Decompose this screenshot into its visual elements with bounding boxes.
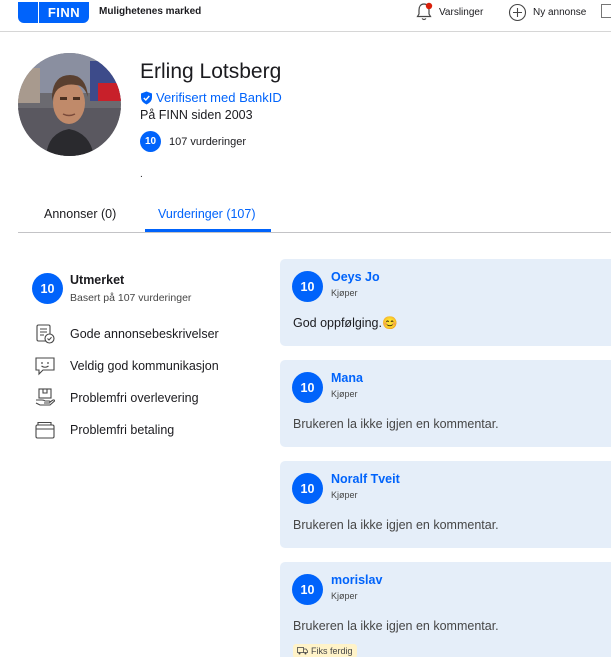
summary-title: Utmerket — [70, 273, 125, 287]
summary-score-badge: 10 — [32, 273, 63, 304]
finn-logo[interactable]: FINN — [18, 2, 89, 23]
avatar — [18, 53, 121, 156]
document-check-icon — [36, 324, 55, 344]
verified-label: Verifisert med BankID — [156, 90, 282, 105]
profile-score-badge: 10 — [140, 131, 161, 152]
truck-icon — [297, 647, 308, 655]
reviewer-role: Kjøper — [331, 591, 358, 601]
feature-label: Gode annonsebeskrivelser — [70, 327, 219, 341]
feature-descriptions: Gode annonsebeskrivelser — [34, 323, 219, 345]
finn-logo-mark — [18, 2, 38, 23]
reviewer-role: Kjøper — [331, 490, 358, 500]
tab-reviews[interactable]: Vurderinger (107) — [158, 207, 256, 221]
reviewer-name[interactable]: Noralf Tveit — [331, 472, 400, 486]
feature-handover: Problemfri overlevering — [34, 387, 199, 409]
feature-payment: Problemfri betaling — [34, 419, 174, 441]
profile-rating: 10 107 vurderinger — [140, 131, 246, 152]
avatar-photo — [18, 53, 121, 156]
reviewer-name[interactable]: morislav — [331, 573, 382, 587]
member-since: På FINN siden 2003 — [140, 108, 253, 122]
feature-label: Veldig god kommunikasjon — [70, 359, 219, 373]
review-comment: Brukeren la ikke igjen en kommentar. — [293, 518, 499, 532]
review-comment: Brukeren la ikke igjen en kommentar. — [293, 619, 499, 633]
review-card: 10 Mana Kjøper Brukeren la ikke igjen en… — [280, 360, 611, 447]
ratings-count: 107 vurderinger — [169, 135, 247, 148]
profile-description: . — [140, 169, 143, 180]
review-comment: Brukeren la ikke igjen en kommentar. — [293, 417, 499, 431]
summary-subtitle: Basert på 107 vurderinger — [70, 292, 192, 304]
shield-check-icon — [141, 91, 152, 104]
active-tab-indicator — [145, 229, 271, 232]
top-navigation-bar: FINN Mulighetenes marked Varslinger Ny a… — [0, 0, 611, 32]
profile-name: Erling Lotsberg — [140, 60, 282, 83]
review-comment: God oppfølging.😊 — [293, 316, 398, 330]
wallet-icon — [35, 421, 55, 439]
tagline: Mulighetenes marked — [99, 6, 202, 17]
bell-icon — [416, 2, 433, 21]
review-card: 10 Oeys Jo Kjøper God oppfølging.😊 — [280, 259, 611, 346]
new-ad-label: Ny annonse — [533, 6, 587, 18]
reviewer-name[interactable]: Mana — [331, 371, 363, 385]
reviewer-name[interactable]: Oeys Jo — [331, 270, 380, 284]
review-score-badge: 10 — [292, 271, 323, 302]
plus-circle-icon — [508, 3, 527, 21]
feature-communication: Veldig god kommunikasjon — [34, 355, 219, 377]
finn-logo-text: FINN — [39, 2, 89, 23]
review-card: 10 Noralf Tveit Kjøper Brukeren la ikke … — [280, 461, 611, 548]
review-score-badge: 10 — [292, 372, 323, 403]
review-score-badge: 10 — [292, 473, 323, 504]
notifications-button[interactable]: Varslinger — [415, 2, 483, 22]
profile-tabs: Annonser (0) Vurderinger (107) — [18, 199, 611, 233]
tag-label: Fiks ferdig — [311, 646, 353, 656]
verified-badge: Verifisert med BankID — [140, 90, 282, 105]
review-card: 10 morislav Kjøper Brukeren la ikke igje… — [280, 562, 611, 657]
feature-label: Problemfri overlevering — [70, 391, 199, 405]
handover-box-icon — [35, 388, 56, 406]
feature-label: Problemfri betaling — [70, 423, 175, 437]
chat-smile-icon — [35, 357, 55, 376]
new-ad-button[interactable]: Ny annonse — [508, 2, 586, 22]
reviewer-role: Kjøper — [331, 288, 358, 298]
reviewer-role: Kjøper — [331, 389, 358, 399]
profile-menu-icon[interactable] — [601, 4, 611, 18]
notifications-label: Varslinger — [439, 6, 484, 18]
fiks-ferdig-tag: Fiks ferdig — [293, 644, 357, 657]
tab-listings[interactable]: Annonser (0) — [44, 207, 116, 221]
review-score-badge: 10 — [292, 574, 323, 605]
